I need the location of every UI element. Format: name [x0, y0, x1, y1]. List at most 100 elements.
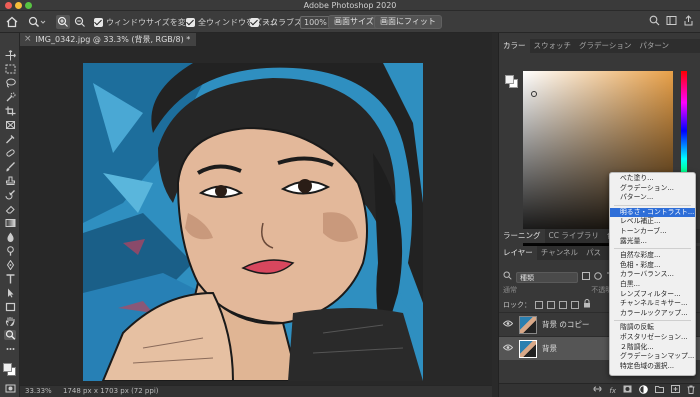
history-brush-tool-icon[interactable] — [4, 190, 16, 200]
eyedropper-tool-icon[interactable] — [4, 134, 16, 144]
menu-item[interactable]: パターン... — [610, 193, 695, 203]
workspace-icon[interactable] — [666, 15, 677, 29]
blend-mode-row: 通常 不透明 — [503, 285, 612, 295]
zoom-100-button[interactable]: 100% — [300, 15, 331, 29]
zoom-out-icon[interactable] — [74, 15, 86, 29]
eraser-tool-icon[interactable] — [4, 204, 16, 214]
healing-brush-tool-icon[interactable] — [4, 148, 16, 158]
resize-windows-label: ウィンドウサイズを変更 — [106, 17, 194, 27]
zoom-tool-selected-icon[interactable] — [4, 330, 16, 340]
pen-tool-icon[interactable] — [4, 260, 16, 270]
menu-item[interactable]: ポスタリゼーション... — [610, 333, 695, 343]
menu-item[interactable]: チャンネルミキサー... — [610, 299, 695, 309]
search-icon[interactable] — [649, 15, 660, 29]
tab-swatches[interactable]: スウォッチ — [530, 39, 576, 53]
frame-tool-icon[interactable] — [4, 120, 16, 130]
menu-item[interactable]: レンズフィルター... — [610, 290, 695, 300]
new-adjustment-layer-icon[interactable] — [639, 384, 648, 397]
tab-cc-libraries[interactable]: CC ライブラリ — [545, 229, 603, 243]
link-layers-icon[interactable] — [593, 385, 602, 396]
menu-item[interactable]: カラーバランス... — [610, 270, 695, 280]
type-tool-icon[interactable] — [4, 274, 16, 284]
close-tab-icon[interactable]: × — [24, 33, 32, 46]
menu-item[interactable]: カラールックアップ... — [610, 309, 695, 319]
marquee-tool-icon[interactable] — [4, 64, 16, 74]
menu-item[interactable]: レベル補正... — [610, 217, 695, 227]
app-title: Adobe Photoshop 2020 — [303, 1, 397, 10]
add-mask-icon[interactable] — [623, 385, 632, 396]
menu-item[interactable]: 階調の反転 — [610, 323, 695, 333]
menu-item[interactable]: 露光量... — [610, 237, 695, 247]
more-tools-icon[interactable] — [4, 344, 16, 354]
quick-selection-tool-icon[interactable] — [4, 92, 16, 102]
adjustment-layer-menu: べた塗り... グラデーション... パターン... 明るさ・コントラスト... レベル… — [609, 172, 696, 376]
menu-item[interactable]: べた塗り... — [610, 174, 695, 184]
tab-layers[interactable]: レイヤー — [499, 246, 537, 260]
color-panel-foreground-swatch[interactable] — [505, 75, 514, 84]
document-tab[interactable]: × IMG_0342.jpg @ 33.3% (背景, RGB/8) * — [20, 33, 197, 46]
lasso-tool-icon[interactable] — [4, 78, 16, 88]
quick-mask-icon[interactable] — [4, 383, 16, 393]
tab-channels[interactable]: チャンネル — [537, 246, 582, 260]
menu-item[interactable]: 色相・彩度... — [610, 261, 695, 271]
lock-position-icon[interactable] — [559, 300, 567, 309]
document-image[interactable] — [83, 63, 423, 381]
menu-separator — [614, 204, 691, 206]
rectangle-tool-icon[interactable] — [4, 302, 16, 312]
color-picker-cursor-icon[interactable] — [531, 91, 537, 97]
blur-tool-icon[interactable] — [4, 232, 16, 242]
fill-screen-button[interactable]: 画面にフィット — [374, 15, 442, 29]
tab-patterns[interactable]: パターン — [635, 39, 673, 53]
pixel-filter-icon[interactable] — [582, 271, 590, 283]
hand-tool-icon[interactable] — [4, 316, 16, 326]
layer-name[interactable]: 背景 — [542, 343, 557, 354]
tab-learn[interactable]: ラーニング — [499, 229, 545, 243]
menu-item[interactable]: ２階調化... — [610, 343, 695, 353]
brush-tool-icon[interactable] — [4, 162, 16, 172]
menu-item[interactable]: 自然な彩度... — [610, 251, 695, 261]
canvas-area[interactable] — [20, 46, 492, 385]
zoom-in-icon[interactable] — [56, 15, 70, 29]
portrait-artwork — [83, 63, 423, 381]
layer-thumbnail — [519, 315, 537, 334]
menu-item[interactable]: 白黒... — [610, 280, 695, 290]
gradient-tool-icon[interactable] — [4, 218, 16, 228]
layer-kind-select[interactable]: 種類 — [516, 271, 578, 283]
menu-item[interactable]: グラデーション... — [610, 184, 695, 194]
menu-item[interactable]: トーンカーブ... — [610, 227, 695, 237]
resize-windows-checkbox[interactable]: ウィンドウサイズを変更 — [94, 15, 194, 29]
menu-item-highlighted[interactable]: 明るさ・コントラスト... — [610, 207, 695, 218]
lock-image-icon[interactable] — [547, 300, 555, 309]
clone-stamp-tool-icon[interactable] — [4, 176, 16, 186]
new-group-icon[interactable] — [655, 385, 664, 396]
crop-tool-icon[interactable] — [4, 106, 16, 116]
move-tool-icon[interactable] — [4, 49, 16, 60]
fit-screen-button[interactable]: 画面サイズ — [328, 15, 380, 29]
eye-icon[interactable] — [502, 320, 514, 330]
foreground-color-swatch[interactable] — [3, 363, 12, 372]
new-layer-icon[interactable] — [671, 385, 680, 396]
lock-all-icon[interactable] — [583, 299, 591, 310]
filter-search-icon — [503, 271, 512, 283]
status-zoom[interactable]: 33.33% — [25, 386, 52, 397]
blend-mode-select[interactable]: 通常 — [503, 286, 517, 294]
tab-paths[interactable]: パス — [582, 246, 605, 260]
tab-color[interactable]: カラー — [499, 39, 530, 53]
menu-item[interactable]: 特定色域の選択... — [610, 362, 695, 372]
adjustment-filter-icon[interactable] — [594, 271, 602, 283]
lock-artboard-icon[interactable] — [571, 300, 579, 309]
trash-icon[interactable] — [687, 385, 695, 397]
path-selection-tool-icon[interactable] — [4, 288, 16, 298]
share-icon[interactable] — [683, 15, 694, 29]
lock-transparency-icon[interactable] — [535, 300, 543, 309]
tab-gradients[interactable]: グラデーション — [575, 39, 635, 53]
layer-name[interactable]: 背景 のコピー — [542, 319, 589, 330]
home-icon[interactable] — [6, 15, 18, 29]
menu-item[interactable]: グラデーションマップ... — [610, 352, 695, 362]
eye-icon[interactable] — [502, 344, 514, 354]
foreground-background-swatch[interactable] — [3, 363, 17, 377]
menu-separator — [614, 248, 691, 250]
zoom-tool-icon[interactable] — [28, 15, 46, 29]
dodge-tool-icon[interactable] — [4, 246, 16, 256]
layer-style-icon[interactable]: fx — [609, 387, 616, 395]
